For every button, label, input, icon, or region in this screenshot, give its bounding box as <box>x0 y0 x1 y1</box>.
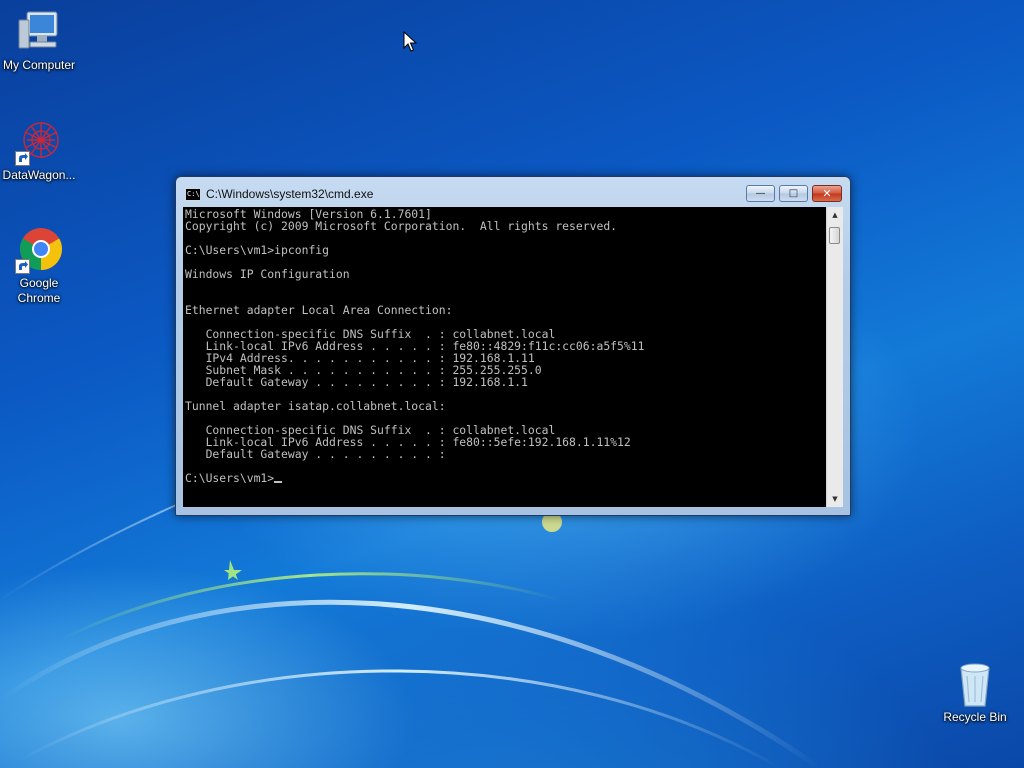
desktop-icon-recycle-bin[interactable]: Recycle Bin <box>933 660 1017 725</box>
chrome-icon <box>15 226 63 274</box>
desktop-icon-google-chrome[interactable]: Google Chrome <box>0 226 81 306</box>
scroll-up-arrow-icon[interactable]: ▲ <box>827 207 843 223</box>
text-cursor <box>274 481 283 483</box>
console-prompt: C:\Users\vm1> <box>185 471 275 485</box>
maximize-button[interactable]: □ <box>779 185 808 202</box>
computer-icon <box>15 8 63 56</box>
desktop-icon-label: DataWagon... <box>2 168 76 182</box>
window-titlebar[interactable]: C:\ C:\Windows\system32\cmd.exe — □ ✕ <box>176 177 850 207</box>
desktop-icon-label-line2: Chrome <box>17 291 61 305</box>
close-button[interactable]: ✕ <box>812 185 842 202</box>
cmd-icon: C:\ <box>185 188 201 201</box>
window-title: C:\Windows\system32\cmd.exe <box>206 187 374 201</box>
mouse-pointer-icon <box>403 31 417 52</box>
desktop-icon-datawagon[interactable]: DataWagon... <box>0 118 81 183</box>
scroll-down-arrow-icon[interactable]: ▼ <box>827 491 843 507</box>
minimize-button[interactable]: — <box>746 185 775 202</box>
shortcut-arrow-icon <box>15 151 30 166</box>
console-output-area[interactable]: Microsoft Windows [Version 6.1.7601] Cop… <box>183 207 826 507</box>
recycle-bin-icon <box>951 660 999 708</box>
cmd-window[interactable]: C:\ C:\Windows\system32\cmd.exe — □ ✕ Mi… <box>175 176 851 516</box>
console-output-text: Microsoft Windows [Version 6.1.7601] Cop… <box>185 207 645 461</box>
scrollbar-thumb[interactable] <box>829 227 840 244</box>
desktop-icon-label: Recycle Bin <box>943 710 1007 724</box>
desktop-icon-my-computer[interactable]: My Computer <box>0 8 81 73</box>
shortcut-arrow-icon <box>15 259 30 274</box>
desktop-icon-label-line1: Google <box>19 276 59 290</box>
desktop-icon-label: My Computer <box>2 58 76 72</box>
datawagon-icon <box>15 118 63 166</box>
vertical-scrollbar[interactable]: ▲ ▼ <box>826 207 843 507</box>
